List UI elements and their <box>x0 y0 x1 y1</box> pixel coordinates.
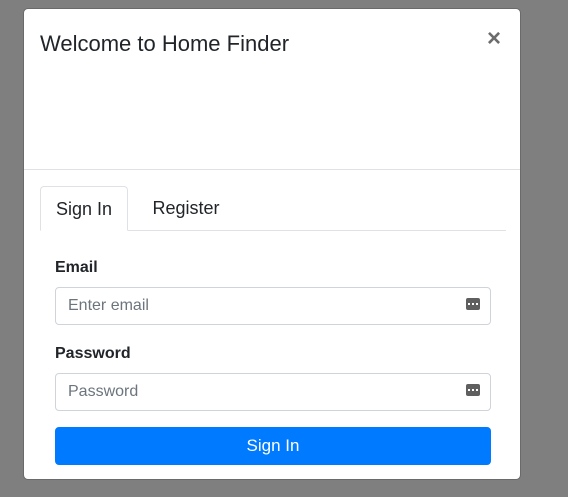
password-label: Password <box>55 345 131 362</box>
email-label: Email <box>55 259 98 276</box>
auth-tabs: Sign In Register <box>40 186 506 231</box>
close-icon: × <box>486 25 501 52</box>
login-modal: Welcome to Home Finder × Sign In Registe… <box>23 8 521 480</box>
modal-header: Welcome to Home Finder × <box>24 9 520 170</box>
tab-sign-in[interactable]: Sign In <box>40 186 128 231</box>
modal-title: Welcome to Home Finder <box>40 31 290 56</box>
password-field-wrapper <box>55 373 491 411</box>
email-field[interactable] <box>56 288 456 324</box>
sign-in-button[interactable]: Sign In <box>55 427 491 465</box>
password-manager-key-icon[interactable] <box>466 384 480 396</box>
email-field-wrapper <box>55 287 491 325</box>
password-manager-key-icon[interactable] <box>466 298 480 310</box>
tab-register[interactable]: Register <box>136 186 236 231</box>
password-field[interactable] <box>56 374 456 410</box>
close-button[interactable]: × <box>484 27 504 51</box>
